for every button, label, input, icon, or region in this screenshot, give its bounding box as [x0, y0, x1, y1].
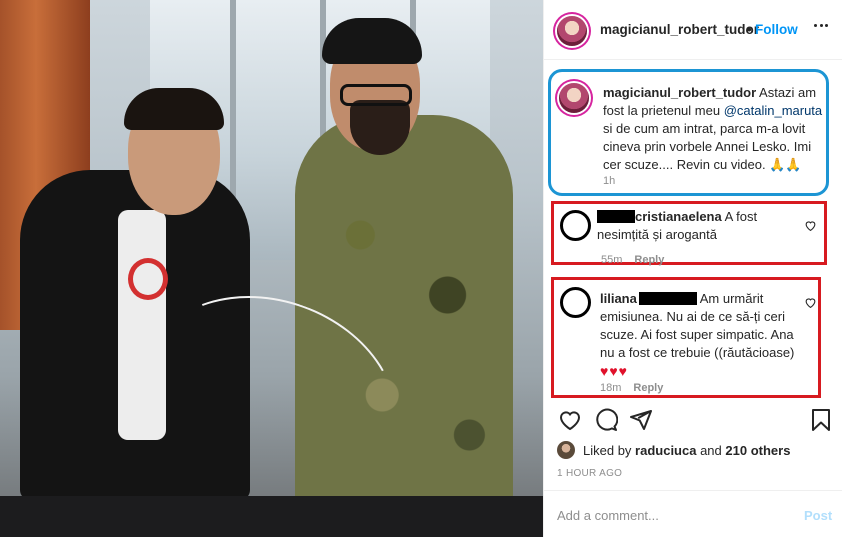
- comment-username[interactable]: cristianaelena: [635, 209, 722, 224]
- reply-button[interactable]: Reply: [634, 254, 664, 266]
- avatar[interactable]: [557, 16, 587, 46]
- comment-meta: 18m Reply: [600, 382, 664, 394]
- caption-mention[interactable]: @catalin_maruta: [724, 103, 822, 118]
- post-button[interactable]: Post: [804, 508, 832, 523]
- liker-username[interactable]: raduciuca: [635, 443, 696, 458]
- caption-highlight: magicianul_robert_tudor Astazi am fost l…: [548, 69, 829, 196]
- like-heart-icon[interactable]: [558, 408, 582, 432]
- more-dots-icon[interactable]: [814, 24, 828, 28]
- scissors: [128, 258, 168, 300]
- action-bar: [544, 405, 842, 439]
- caption-time[interactable]: 1h: [603, 175, 615, 187]
- comment-text: liliana Am urmărit emisiunea. Nu ai de c…: [600, 291, 795, 379]
- post-timestamp[interactable]: 1 HOUR AGO: [557, 468, 622, 479]
- comment-avatar[interactable]: [560, 210, 591, 241]
- comment-highlight: cristianaelena A fost nesimțită și aroga…: [551, 201, 827, 266]
- post-photo[interactable]: [0, 0, 543, 537]
- post-header: magicianul_robert_tudor • Follow: [544, 0, 842, 60]
- reply-button[interactable]: Reply: [633, 382, 663, 394]
- comment-input[interactable]: [557, 505, 787, 525]
- follow-button[interactable]: Follow: [755, 22, 798, 37]
- bookmark-icon[interactable]: [809, 408, 833, 432]
- caption-avatar[interactable]: [559, 83, 589, 113]
- share-paper-plane-icon[interactable]: [629, 408, 653, 432]
- comment-highlight: liliana Am urmărit emisiunea. Nu ai de c…: [551, 277, 821, 398]
- likes-count[interactable]: 210 others: [725, 443, 790, 458]
- comment-bubble-icon[interactable]: [594, 408, 618, 432]
- heart-emojis: ♥♥♥: [600, 363, 628, 379]
- redaction-bar: [597, 210, 635, 223]
- caption-text: magicianul_robert_tudor Astazi am fost l…: [603, 85, 823, 172]
- liked-by: Liked by raduciuca and 210 others: [557, 441, 837, 461]
- post-side-panel: magicianul_robert_tudor • Follow magicia…: [543, 0, 842, 537]
- comment-bar: Post: [544, 490, 842, 537]
- caption-username[interactable]: magicianul_robert_tudor: [603, 85, 756, 100]
- comment-avatar[interactable]: [560, 287, 591, 318]
- liker-avatar[interactable]: [557, 441, 575, 459]
- header-username[interactable]: magicianul_robert_tudor: [600, 22, 759, 37]
- header-separator: •: [747, 22, 752, 37]
- comment-text: cristianaelena A fost nesimțită și aroga…: [597, 209, 758, 242]
- table: [0, 496, 543, 537]
- heart-icon[interactable]: [804, 296, 817, 309]
- heart-icon[interactable]: [804, 219, 817, 232]
- redaction-bar: [638, 292, 697, 305]
- comment-meta: 55m Reply: [601, 254, 665, 266]
- comment-username[interactable]: liliana: [600, 291, 637, 306]
